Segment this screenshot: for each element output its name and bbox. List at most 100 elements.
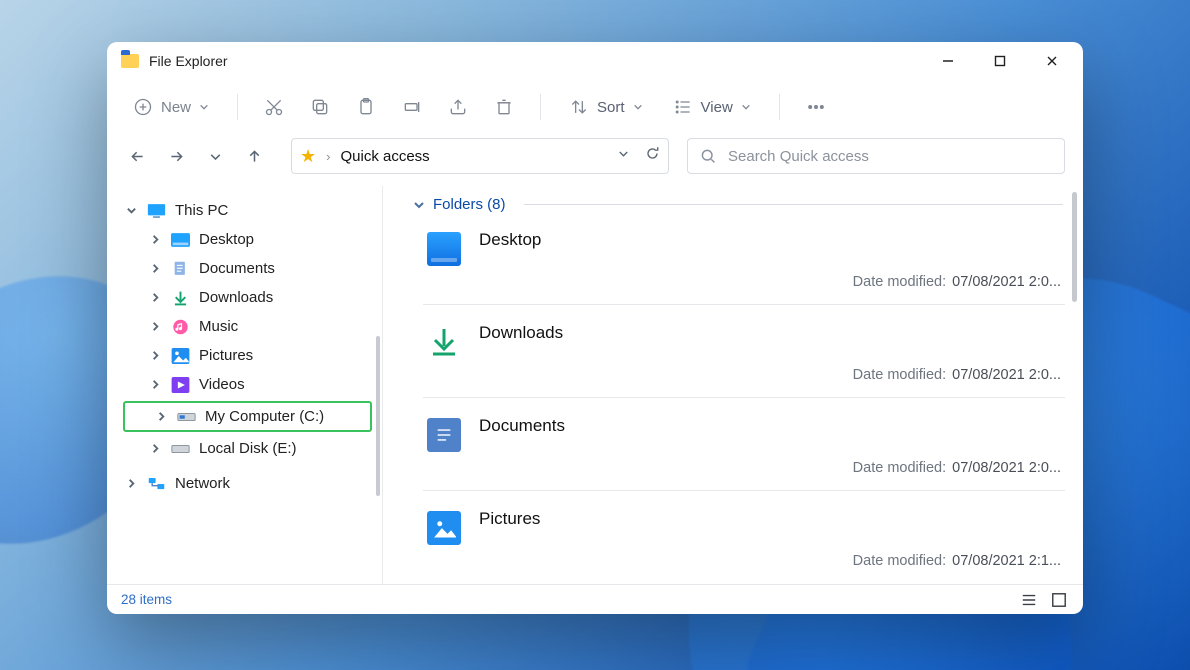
sidebar-item-downloads[interactable]: Downloads bbox=[119, 283, 376, 312]
sidebar-item-label: Local Disk (E:) bbox=[199, 440, 297, 457]
copy-button[interactable] bbox=[304, 91, 336, 123]
sidebar-item-music[interactable]: Music bbox=[119, 312, 376, 341]
section-label: Folders (8) bbox=[433, 196, 506, 213]
pictures-icon bbox=[427, 511, 461, 545]
expand-icon[interactable] bbox=[149, 234, 161, 246]
sidebar-item-pictures[interactable]: Pictures bbox=[119, 341, 376, 370]
grid-view-icon bbox=[1051, 592, 1067, 608]
arrow-right-icon bbox=[168, 148, 185, 165]
arrow-left-icon bbox=[129, 148, 146, 165]
expand-icon[interactable] bbox=[149, 379, 161, 391]
back-button[interactable] bbox=[125, 144, 150, 169]
breadcrumb-separator: › bbox=[326, 149, 330, 164]
share-button[interactable] bbox=[442, 91, 474, 123]
folders-section-header[interactable]: Folders (8) bbox=[383, 186, 1083, 219]
new-button[interactable]: New bbox=[125, 91, 217, 123]
paste-button[interactable] bbox=[350, 91, 382, 123]
more-button[interactable] bbox=[800, 91, 832, 123]
date-value: 07/08/2021 2:0... bbox=[952, 460, 1061, 476]
rename-icon bbox=[402, 97, 422, 117]
date-label: Date modified: bbox=[853, 367, 947, 383]
view-button[interactable]: View bbox=[665, 91, 759, 123]
titlebar[interactable]: File Explorer bbox=[107, 42, 1083, 80]
view-list-icon bbox=[673, 97, 693, 117]
address-location: Quick access bbox=[340, 148, 429, 165]
expand-icon[interactable] bbox=[149, 292, 161, 304]
chevron-down-icon bbox=[616, 146, 631, 161]
trash-icon bbox=[494, 97, 514, 117]
expand-icon[interactable] bbox=[149, 350, 161, 362]
sort-button[interactable]: Sort bbox=[561, 91, 651, 123]
network-icon bbox=[146, 476, 166, 492]
expand-icon[interactable] bbox=[149, 263, 161, 275]
item-count: 28 items bbox=[121, 592, 172, 607]
sort-icon bbox=[569, 97, 589, 117]
address-history-button[interactable] bbox=[616, 146, 631, 166]
separator bbox=[540, 94, 541, 120]
folder-name: Pictures bbox=[479, 509, 1061, 529]
folder-item-desktop[interactable]: Desktop Date modified: 07/08/2021 2:0... bbox=[423, 221, 1065, 304]
drive-icon bbox=[176, 409, 196, 425]
search-input[interactable] bbox=[728, 148, 1052, 165]
copy-icon bbox=[310, 97, 330, 117]
toolbar: New Sort View bbox=[107, 80, 1083, 134]
date-value: 07/08/2021 2:1... bbox=[952, 553, 1061, 569]
sidebar-item-label: Pictures bbox=[199, 347, 253, 364]
delete-button[interactable] bbox=[488, 91, 520, 123]
sidebar-item-documents[interactable]: Documents bbox=[119, 254, 376, 283]
expand-icon[interactable] bbox=[149, 443, 161, 455]
up-button[interactable] bbox=[242, 144, 267, 169]
folder-item-downloads[interactable]: Downloads Date modified: 07/08/2021 2:0.… bbox=[423, 304, 1065, 397]
separator bbox=[237, 94, 238, 120]
date-value: 07/08/2021 2:0... bbox=[952, 367, 1061, 383]
sidebar-item-network[interactable]: Network bbox=[119, 469, 376, 498]
sidebar-item-videos[interactable]: Videos bbox=[119, 370, 376, 399]
cut-button[interactable] bbox=[258, 91, 290, 123]
content-pane: Folders (8) Desktop Date modified: 07/08… bbox=[382, 186, 1083, 584]
sort-label: Sort bbox=[597, 99, 625, 116]
divider bbox=[524, 204, 1063, 205]
sidebar-item-label: Network bbox=[175, 475, 230, 492]
search-box[interactable] bbox=[687, 138, 1065, 174]
sidebar-item-label: My Computer (C:) bbox=[205, 408, 324, 425]
rename-button[interactable] bbox=[396, 91, 428, 123]
downloads-icon bbox=[427, 325, 461, 359]
folder-item-pictures[interactable]: Pictures Date modified: 07/08/2021 2:1..… bbox=[423, 490, 1065, 583]
date-label: Date modified: bbox=[853, 553, 947, 569]
sidebar-item-this-pc[interactable]: This PC bbox=[119, 196, 376, 225]
scissors-icon bbox=[264, 97, 284, 117]
refresh-button[interactable] bbox=[645, 146, 660, 166]
drive-icon bbox=[170, 441, 190, 457]
address-bar[interactable]: ★ › Quick access bbox=[291, 138, 669, 174]
sidebar-item-my-computer-c[interactable]: My Computer (C:) bbox=[125, 403, 370, 430]
plus-circle-icon bbox=[133, 97, 153, 117]
sidebar-item-label: This PC bbox=[175, 202, 228, 219]
address-row: ★ › Quick access bbox=[107, 134, 1083, 186]
details-view-button[interactable] bbox=[1019, 590, 1039, 610]
downloads-icon bbox=[170, 290, 190, 306]
expand-icon[interactable] bbox=[149, 321, 161, 333]
videos-icon bbox=[170, 377, 190, 393]
forward-button[interactable] bbox=[164, 144, 189, 169]
folder-name: Desktop bbox=[479, 230, 1061, 250]
thumbnails-view-button[interactable] bbox=[1049, 590, 1069, 610]
sidebar-item-desktop[interactable]: Desktop bbox=[119, 225, 376, 254]
folder-item-documents[interactable]: Documents Date modified: 07/08/2021 2:0.… bbox=[423, 397, 1065, 490]
recent-locations-button[interactable] bbox=[203, 144, 228, 169]
sidebar-item-local-disk-e[interactable]: Local Disk (E:) bbox=[119, 434, 376, 463]
minimize-button[interactable] bbox=[925, 46, 971, 76]
maximize-button[interactable] bbox=[977, 46, 1023, 76]
collapse-icon[interactable] bbox=[125, 205, 137, 217]
search-icon bbox=[700, 148, 716, 164]
expand-icon[interactable] bbox=[125, 478, 137, 490]
navigation-pane: This PC Desktop Documents bbox=[107, 186, 382, 584]
expand-icon[interactable] bbox=[155, 411, 167, 423]
sidebar-item-label: Videos bbox=[199, 376, 245, 393]
window-title: File Explorer bbox=[149, 53, 228, 69]
date-label: Date modified: bbox=[853, 274, 947, 290]
refresh-icon bbox=[645, 146, 660, 161]
close-button[interactable] bbox=[1029, 46, 1075, 76]
sidebar-scrollbar[interactable] bbox=[376, 336, 380, 496]
folder-name: Documents bbox=[479, 416, 1061, 436]
content-scrollbar[interactable] bbox=[1072, 192, 1077, 302]
